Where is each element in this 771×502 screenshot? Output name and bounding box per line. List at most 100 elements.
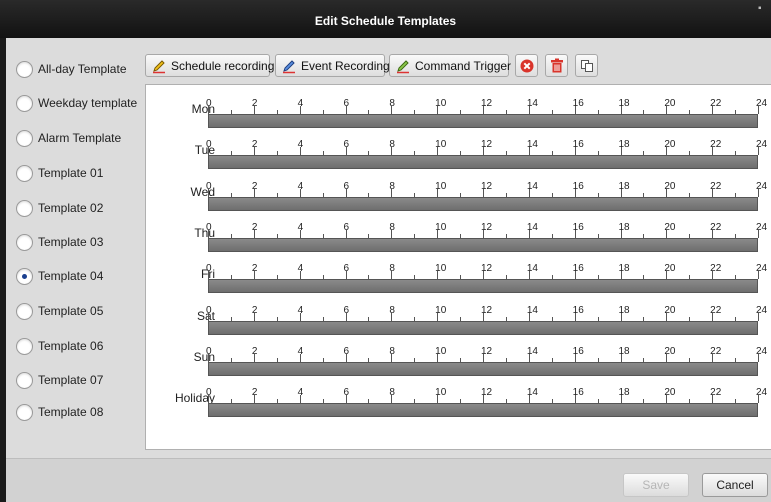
delete-button[interactable] [515, 54, 538, 77]
hour-label: 2 [251, 387, 258, 399]
hour-label: 0 [206, 263, 212, 275]
schedule-bar-mon[interactable] [208, 114, 758, 128]
template-label: Template 01 [38, 166, 104, 180]
schedule-bar-thu[interactable] [208, 237, 758, 252]
hour-label: 8 [389, 139, 395, 151]
schedule-recording-button[interactable]: Schedule recording [145, 54, 274, 77]
hour-label: 12 [481, 304, 493, 316]
radio-icon[interactable] [16, 129, 33, 147]
clear-all-button[interactable] [545, 54, 568, 77]
hour-label: 0 [206, 98, 212, 109]
radio-icon[interactable] [16, 403, 33, 421]
radio-icon[interactable] [16, 337, 33, 355]
schedule-bar-holiday[interactable] [208, 403, 758, 418]
hour-label: 24 [756, 345, 768, 357]
hour-label: 24 [756, 139, 768, 151]
hour-label: 16 [572, 98, 584, 109]
hour-label: 2 [251, 98, 258, 109]
hour-label: 22 [710, 139, 722, 151]
hour-label: 8 [389, 180, 395, 192]
hour-label: 22 [710, 387, 722, 399]
template-option-04[interactable]: Template 04 [16, 265, 103, 287]
hour-label: 6 [343, 387, 350, 399]
hour-label: 12 [481, 345, 493, 357]
hour-label: 12 [481, 180, 493, 192]
radio-icon[interactable] [16, 60, 33, 78]
schedule-bar-sun[interactable] [208, 361, 758, 376]
schedule-bar-sat[interactable] [208, 320, 758, 335]
template-label: All-day Template [38, 62, 127, 76]
hour-label: 10 [435, 98, 447, 109]
window-title: Edit Schedule Templates [314, 14, 457, 28]
template-option-all-day[interactable]: All-day Template [16, 58, 127, 80]
hour-label: 22 [710, 345, 722, 357]
hour-label: 24 [756, 221, 768, 233]
hour-label: 0 [206, 304, 212, 316]
radio-icon[interactable] [16, 302, 33, 320]
hour-label: 6 [343, 263, 350, 275]
schedule-grid: Mon 0 2 4 6 8 10 12 14 16 18 20 22 24 Tue 0 2 4 6 8 10 12 14 16… [145, 84, 771, 450]
hour-label: 12 [481, 263, 493, 275]
radio-icon[interactable] [16, 94, 33, 112]
hour-label: 2 [251, 345, 258, 357]
hour-label: 16 [572, 304, 584, 316]
template-label: Alarm Template [38, 131, 122, 145]
template-label: Weekday template [38, 96, 138, 110]
hour-label: 4 [297, 304, 304, 316]
hour-label: 18 [618, 139, 630, 151]
hour-label: 18 [618, 263, 630, 275]
hour-label: 4 [297, 263, 304, 275]
hour-label: 18 [618, 98, 630, 109]
radio-icon[interactable] [16, 164, 33, 182]
hour-label: 6 [343, 345, 350, 357]
template-list: All-day Template Weekday template Alarm … [6, 38, 143, 458]
template-option-03[interactable]: Template 03 [16, 231, 103, 253]
day-row-sat: Sat 0 2 4 6 8 10 12 14 16 18 20 22 24 [146, 299, 771, 341]
event-recording-label: Event Recording [301, 58, 390, 73]
template-option-06[interactable]: Template 06 [16, 335, 103, 357]
hour-label: 10 [435, 221, 447, 233]
day-row-thu: Thu 0 2 4 6 8 10 12 14 16 18 20 22 24 [146, 216, 771, 258]
command-trigger-label: Command Trigger [415, 58, 512, 73]
radio-icon[interactable] [16, 199, 33, 217]
save-button[interactable]: Save [623, 473, 689, 497]
day-row-tue: Tue 0 2 4 6 8 10 12 14 16 18 20 22 24 [146, 133, 771, 175]
hour-label: 4 [297, 345, 304, 357]
copy-button[interactable] [575, 54, 598, 77]
hour-label: 18 [618, 221, 630, 233]
radio-selected-icon[interactable] [16, 267, 33, 285]
hour-label: 14 [526, 98, 538, 109]
hour-label: 2 [251, 180, 258, 192]
radio-icon[interactable] [16, 233, 33, 251]
hour-label: 12 [481, 387, 493, 399]
hour-label: 22 [710, 304, 722, 316]
hour-label: 10 [435, 139, 447, 151]
pencil-yellow-icon [153, 59, 165, 73]
command-trigger-button[interactable]: Command Trigger [389, 54, 512, 77]
template-option-05[interactable]: Template 05 [16, 300, 103, 322]
schedule-bar-wed[interactable] [208, 196, 758, 211]
hour-label: 0 [206, 221, 212, 233]
template-option-07[interactable]: Template 07 [16, 369, 103, 391]
template-option-alarm[interactable]: Alarm Template [16, 127, 121, 149]
hour-label: 22 [710, 263, 722, 275]
template-option-08[interactable]: Template 08 [16, 401, 103, 423]
hour-label: 20 [664, 180, 676, 192]
template-option-02[interactable]: Template 02 [16, 197, 103, 219]
toolbar: Schedule recording Event Recording Comma… [143, 38, 771, 82]
hour-label: 22 [710, 180, 722, 192]
hour-label: 14 [526, 263, 538, 275]
schedule-bar-fri[interactable] [208, 279, 758, 294]
template-option-weekday[interactable]: Weekday template [16, 92, 137, 114]
schedule-bar-tue[interactable] [208, 155, 758, 170]
template-option-01[interactable]: Template 01 [16, 162, 103, 184]
hour-label: 4 [297, 139, 304, 151]
hour-label: 0 [206, 345, 212, 357]
cancel-button[interactable]: Cancel [702, 473, 768, 497]
hour-label: 18 [618, 387, 630, 399]
template-label: Template 03 [38, 235, 104, 249]
hour-label: 22 [710, 221, 722, 233]
hour-label: 24 [756, 98, 768, 109]
radio-icon[interactable] [16, 371, 33, 389]
event-recording-button[interactable]: Event Recording [275, 54, 390, 77]
